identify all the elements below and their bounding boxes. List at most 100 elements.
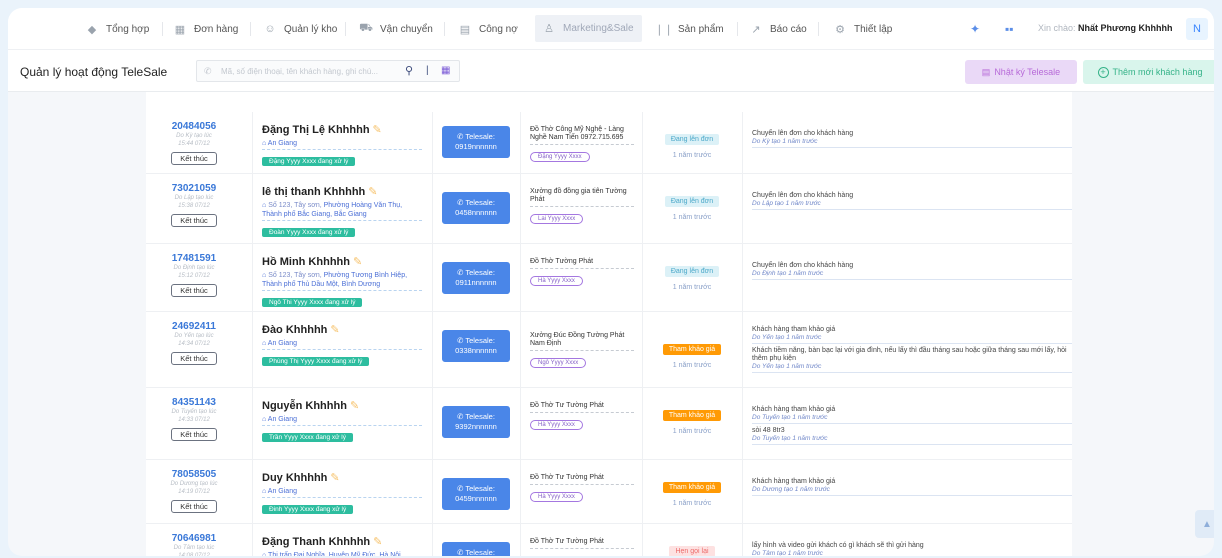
status-cell: Đang lên đơn 1 năm trước [654, 190, 730, 221]
nav-label: Tổng hợp [106, 23, 150, 35]
customer-cell: Đào Khhhhh ✎ ⌂ An Giang Phùng Thị Yyyy Xxxx… [262, 312, 422, 368]
edit-icon[interactable]: ✎ [350, 400, 359, 412]
telesale-call-button[interactable]: ✆ Telesale: 0338nnnnnn [442, 330, 510, 362]
customer-cell: Đặng Thanh Khhhhh ✎ ⌂ Thị trấn Đại Nghĩa, … [262, 524, 422, 556]
address-text: Thị trấn Đại Nghĩa, Huyện Mỹ Đức, Hà Nội [268, 552, 401, 556]
customer-code[interactable]: 73021059 [146, 183, 242, 194]
nav-marketing-sale[interactable]: ♙ Marketing&Sale [535, 15, 642, 42]
customer-code-cell: 70646981Do Tâm tạo lúc14:08 07/12Kết thú… [146, 524, 242, 556]
customer-address: ⌂ Số 123, Tây sơn, Phường Tương Bình Hiệ… [262, 271, 422, 291]
end-button[interactable]: Kết thúc [171, 352, 217, 365]
scroll-top-button[interactable]: ▲ [1195, 510, 1214, 538]
customer-code[interactable]: 78058505 [146, 469, 242, 480]
phone-number: 0911nnnnnn [455, 278, 497, 287]
app-frame: ◆ Tổng hợp ▦ Đơn hàng ☺ Quản lý kho ⛟ Vận ch… [8, 8, 1214, 556]
note-text: Chuyển lên đơn cho khách hàng [752, 130, 854, 137]
notes-cell: Chuyển lên đơn cho khách hàng Do Lập tạo … [752, 192, 1072, 213]
nav-label: Đơn hàng [194, 23, 239, 35]
search-icon[interactable]: ⚲ [405, 64, 413, 77]
nav-label: Vận chuyển [380, 23, 433, 35]
telesale-call-button[interactable]: ✆ Telesale:0913nnnnnn [442, 542, 510, 556]
phone-number: 0919nnnnnn [455, 142, 497, 151]
nav-bao-cao[interactable]: ↗ Báo cáo [750, 20, 807, 38]
product-name: Đồ Thờ Tư Tường Phát [530, 538, 634, 549]
edit-icon[interactable]: ✎ [368, 186, 377, 198]
divider-icon: | [426, 65, 429, 76]
nav-san-pham[interactable]: ❘❘ Sản phẩm [655, 20, 724, 38]
note-author: Do Tâm tạo 1 năm trước [752, 550, 1072, 556]
created-time: 14:33 07/12 [178, 417, 210, 423]
created-time: 14:08 07/12 [178, 553, 210, 556]
log-icon: ▤ [981, 66, 991, 77]
customer-code[interactable]: 24692411 [146, 321, 242, 332]
settings-icon: ⚙ [835, 23, 845, 36]
edit-icon[interactable]: ✎ [373, 124, 382, 136]
note-text: sòi 48 8tr3 [752, 427, 785, 434]
address-text: An Giang [267, 340, 297, 347]
qr-icon[interactable]: ▦ [441, 65, 450, 76]
customer-code[interactable]: 20484056 [146, 121, 242, 132]
customer-code-cell: 17481591 Do Định tạo lúc 15:12 07/12 Kết th… [146, 244, 242, 298]
assignee-tag: Đặng Yyyy Xxxx đang xử lý [262, 157, 356, 166]
staff-pill: Lai Yyyy Xxxx [530, 214, 584, 224]
status-time: 1 năm trước [672, 362, 712, 369]
end-button[interactable]: Kết thúc [171, 500, 217, 513]
nav-don-hang[interactable]: ▦ Đơn hàng [174, 20, 239, 38]
edit-icon[interactable]: ✎ [330, 472, 339, 484]
telesale-call-button[interactable]: ✆ Telesale: 0919nnnnnn [442, 126, 510, 158]
search-input[interactable]: ✆ Mã, số điện thoại, tên khách hàng, ghi… [196, 60, 460, 82]
telesale-call-button[interactable]: ✆ Telesale: 0459nnnnnn [442, 478, 510, 510]
customer-name: Đặng Thị Lệ Khhhhh [262, 124, 370, 136]
assignee-tag: Đinh Yyyy Xxxx đang xử lý [262, 505, 354, 514]
end-button[interactable]: Kết thúc [171, 428, 217, 441]
customer-code[interactable]: 17481591 [146, 253, 242, 264]
edit-icon[interactable]: ✎ [330, 324, 339, 336]
nav-van-chuyen[interactable]: ⛟ Vận chuyển [359, 20, 433, 38]
created-by: Do Lập tạo lúc [174, 195, 214, 201]
customer-code[interactable]: 84351143 [146, 397, 242, 408]
avatar[interactable]: N [1186, 18, 1208, 40]
product-name: Đồ Thờ Tư Tường Phát [530, 474, 634, 485]
status-time: 1 năm trước [672, 500, 712, 507]
telesale-call-button[interactable]: ✆ Telesale: 9392nnnnnn [442, 406, 510, 438]
note-author: Do Tuyến tạo 1 năm trước [752, 435, 1072, 445]
notes-cell: Chuyển lên đơn cho khách hàng Do Định tạo… [752, 262, 1072, 283]
edit-icon[interactable]: ✎ [373, 536, 382, 548]
nav-cong-no[interactable]: ▤ Công nợ [459, 20, 518, 38]
telesale-call-button[interactable]: ✆ Telesale: 0458nnnnnn [442, 192, 510, 224]
nav-label: Công nợ [479, 23, 518, 35]
apps-icon[interactable]: ✦ [970, 20, 980, 38]
note-author: Do Dương tạo 1 năm trước [752, 486, 1072, 496]
created-time: 15:44 07/12 [178, 141, 210, 147]
customer-cell: Nguyễn Khhhhh ✎ ⌂ An Giang Trần Yyyy Xxxx đ… [262, 388, 422, 444]
customer-cell: Đặng Thị Lệ Khhhhh ✎ ⌂ An Giang Đặng Yyyy X… [262, 112, 422, 168]
nav-thiet-lap[interactable]: ⚙ Thiết lập [834, 20, 892, 38]
address-text: An Giang [267, 416, 297, 423]
customer-code-cell: 20484056 Do Kỳ tạo lúc 15:44 07/12 Kết thúc [146, 112, 242, 166]
telesale-label: Telesale: [465, 198, 495, 207]
end-button[interactable]: Kết thúc [171, 214, 217, 227]
assignee-tag: Ngô Thi Yyyy Xxxx đang xử lý [262, 298, 363, 307]
staff-pill: Hà Yyyy Xxxx [530, 276, 583, 286]
note-text: Khách hàng tham khảo giá [752, 406, 836, 413]
nav-quan-ly-kho[interactable]: ☺ Quản lý kho [264, 20, 337, 38]
add-customer-button[interactable]: + Thêm mới khách hàng [1083, 60, 1214, 84]
notes-cell: Khách hàng tham khảo giá Do Yến tạo 1 năm… [752, 326, 1072, 376]
status-badge: Tham khảo giá [662, 344, 722, 355]
end-button[interactable]: Kết thúc [171, 152, 217, 165]
nav-tong-hop[interactable]: ◆ Tổng hợp [86, 20, 150, 38]
nav-label: Báo cáo [770, 23, 807, 35]
telesale-log-button[interactable]: ▤ Nhật ký Telesale [965, 60, 1077, 84]
edit-icon[interactable]: ✎ [353, 256, 362, 268]
customer-code[interactable]: 70646981 [146, 533, 242, 544]
product-name: Đồ Thờ Công Mỹ Nghệ - Làng Nghề Nam Tiến… [530, 126, 634, 145]
grid-icon[interactable]: ▪▪ [1005, 20, 1014, 38]
top-nav: ◆ Tổng hợp ▦ Đơn hàng ☺ Quản lý kho ⛟ Vận ch… [8, 8, 1214, 50]
telesale-table: 20484056 Do Kỳ tạo lúc 15:44 07/12 Kết thúc… [146, 92, 1072, 556]
note-text: lấy hình và video gửi khách có gì khách … [752, 542, 924, 549]
staff-pill: Đặng Yyyy Xxxx [530, 152, 590, 162]
telesale-label: Telesale: [465, 336, 495, 345]
notes-cell: Khách hàng tham khảo giá Do Tuyến tạo 1 n… [752, 406, 1072, 448]
telesale-call-button[interactable]: ✆ Telesale: 0911nnnnnn [442, 262, 510, 294]
end-button[interactable]: Kết thúc [171, 284, 217, 297]
